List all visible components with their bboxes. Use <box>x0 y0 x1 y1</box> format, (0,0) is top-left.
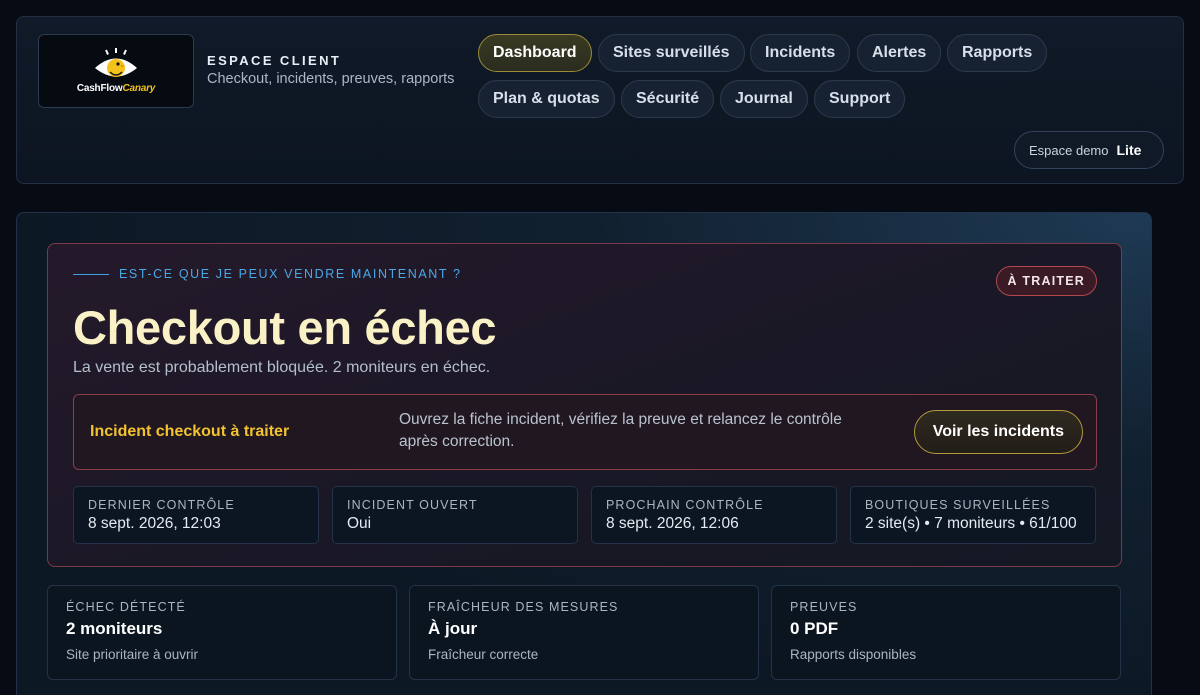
summary-key: ÉCHEC DÉTECTÉ <box>66 600 186 614</box>
logo-wordmark: CashFlowCanary <box>76 83 156 94</box>
summary-failure-card[interactable]: ÉCHEC DÉTECTÉ 2 moniteurs Site prioritai… <box>47 585 397 680</box>
nav-sites-surveilles[interactable]: Sites surveillés <box>598 34 745 72</box>
stat-value: 2 site(s) • 7 moniteurs • 61/100 <box>865 515 1077 532</box>
nav-alertes[interactable]: Alertes <box>857 34 942 72</box>
status-eyebrow: EST-CE QUE JE PEUX VENDRE MAINTENANT ? <box>119 267 462 281</box>
section-title: ESPACE CLIENT <box>207 53 342 68</box>
summary-hint: Site prioritaire à ouvrir <box>66 647 199 662</box>
eyebrow-divider <box>73 274 109 275</box>
nav-securite[interactable]: Sécurité <box>621 80 715 118</box>
plan-badge: Lite <box>1116 142 1142 158</box>
stat-last-check: DERNIER CONTRÔLE 8 sept. 2026, 12:03 <box>73 486 319 544</box>
stat-open-incident: INCIDENT OUVERT Oui <box>332 486 578 544</box>
workspace-label: Espace demo <box>1029 143 1109 158</box>
top-header: CashFlowCanary ESPACE CLIENT Checkout, i… <box>16 16 1184 184</box>
summary-key: FRAÎCHEUR DES MESURES <box>428 600 619 614</box>
summary-freshness-card[interactable]: FRAÎCHEUR DES MESURES À jour Fraîcheur c… <box>409 585 759 680</box>
status-badge: À TRAITER <box>995 266 1097 296</box>
stat-next-check: PROCHAIN CONTRÔLE 8 sept. 2026, 12:06 <box>591 486 837 544</box>
nav-journal[interactable]: Journal <box>720 80 808 118</box>
summary-hint: Rapports disponibles <box>790 647 917 662</box>
nav-dashboard[interactable]: Dashboard <box>478 34 592 72</box>
summary-value: 0 PDF <box>790 619 839 638</box>
summary-value: 2 moniteurs <box>66 619 163 638</box>
incident-action-box: Incident checkout à traiter Ouvrez la fi… <box>73 394 1097 470</box>
nav-support[interactable]: Support <box>814 80 906 118</box>
section-subtitle: Checkout, incidents, preuves, rapports <box>207 71 455 87</box>
stat-key: INCIDENT OUVERT <box>347 498 478 512</box>
eye-canary-icon <box>95 48 137 77</box>
nav-plan-quotas[interactable]: Plan & quotas <box>478 80 615 118</box>
stat-value: 8 sept. 2026, 12:03 <box>88 515 221 532</box>
stat-value: Oui <box>347 515 372 532</box>
dashboard-main: EST-CE QUE JE PEUX VENDRE MAINTENANT ? À… <box>16 212 1152 695</box>
summary-key: PREUVES <box>790 600 858 614</box>
status-subtitle: La vente est probablement bloquée. 2 mon… <box>73 359 491 376</box>
action-description: Ouvrez la fiche incident, vérifiez la pr… <box>399 411 842 450</box>
checkout-status-card: EST-CE QUE JE PEUX VENDRE MAINTENANT ? À… <box>47 243 1122 567</box>
summary-value: À jour <box>428 619 478 638</box>
view-incidents-button[interactable]: Voir les incidents <box>913 410 1083 454</box>
summary-proofs-card[interactable]: PREUVES 0 PDF Rapports disponibles <box>771 585 1121 680</box>
nav-rapports[interactable]: Rapports <box>947 34 1048 72</box>
workspace-switcher[interactable]: Espace demo Lite <box>1014 131 1164 169</box>
stat-key: BOUTIQUES SURVEILLÉES <box>865 498 1051 512</box>
summary-hint: Fraîcheur correcte <box>428 647 539 662</box>
stat-monitored-shops: BOUTIQUES SURVEILLÉES 2 site(s) • 7 moni… <box>850 486 1096 544</box>
nav-incidents[interactable]: Incidents <box>750 34 851 72</box>
brand-logo[interactable]: CashFlowCanary <box>38 34 194 108</box>
action-label: Incident checkout à traiter <box>90 423 290 440</box>
stat-key: DERNIER CONTRÔLE <box>88 498 235 512</box>
stat-value: 8 sept. 2026, 12:06 <box>606 515 739 532</box>
stat-key: PROCHAIN CONTRÔLE <box>606 498 764 512</box>
status-title: Checkout en échec <box>73 301 497 354</box>
